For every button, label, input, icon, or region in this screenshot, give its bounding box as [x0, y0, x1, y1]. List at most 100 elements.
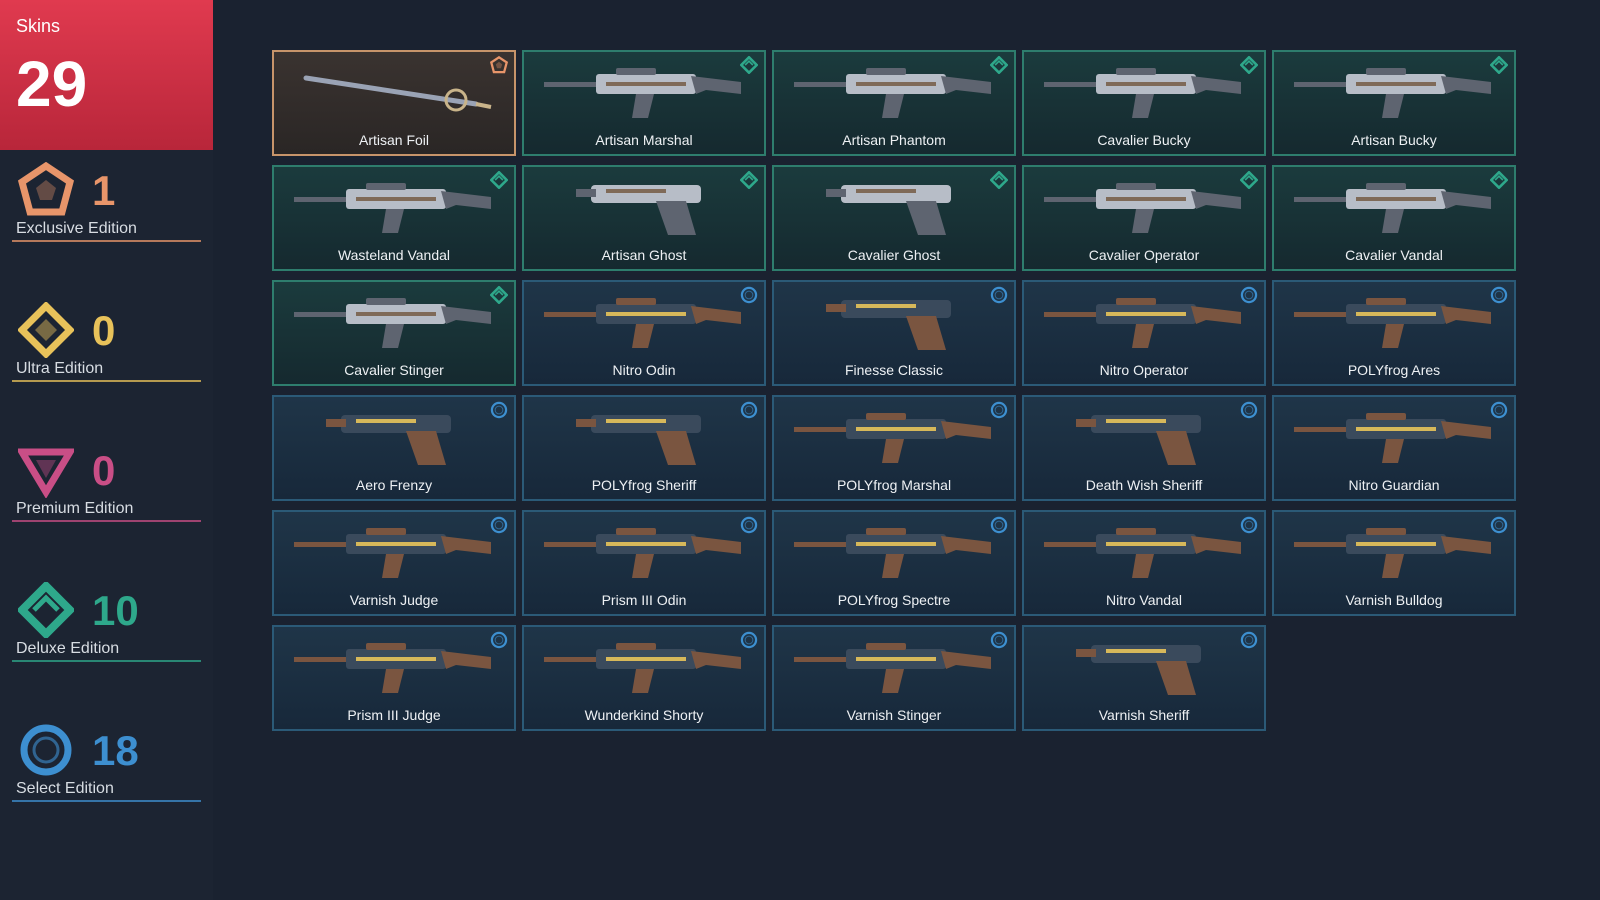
skin-card[interactable]: Prism III Odin [522, 510, 766, 616]
tier-select: 18 Select Edition [12, 710, 201, 802]
skin-name: Nitro Operator [1099, 362, 1189, 378]
skin-card[interactable]: Artisan Marshal [522, 50, 766, 156]
skin-name: Prism III Odin [601, 592, 687, 608]
skin-card[interactable]: Artisan Ghost [522, 165, 766, 271]
deluxe-edition-icon [1239, 170, 1259, 190]
weapon-image [1036, 175, 1252, 241]
skin-card[interactable]: Cavalier Bucky [1022, 50, 1266, 156]
skin-card[interactable]: Artisan Foil [272, 50, 516, 156]
weapon-image [1286, 60, 1502, 126]
deluxe-edition-icon [739, 170, 759, 190]
select-edition-icon [740, 401, 758, 419]
deluxe-edition-icon [489, 170, 509, 190]
select-edition-icon [18, 722, 74, 778]
skin-card[interactable]: Varnish Judge [272, 510, 516, 616]
skin-name: Prism III Judge [347, 707, 441, 723]
skin-card[interactable]: Varnish Sheriff [1022, 625, 1266, 731]
tier-divider [12, 660, 201, 662]
select-edition-icon [740, 516, 758, 534]
skin-name: Cavalier Stinger [344, 362, 444, 378]
weapon-image [1036, 520, 1252, 586]
weapon-image [286, 290, 502, 356]
weapon-image [786, 290, 1002, 356]
skin-name: Artisan Phantom [842, 132, 946, 148]
total-skins-count: 29 [16, 48, 88, 120]
skin-card[interactable]: Wasteland Vandal [272, 165, 516, 271]
skin-card[interactable]: Varnish Bulldog [1272, 510, 1516, 616]
weapon-image [1036, 290, 1252, 356]
skin-card[interactable]: POLYfrog Spectre [772, 510, 1016, 616]
skin-name: Varnish Sheriff [1098, 707, 1190, 723]
deluxe-edition-icon [1239, 55, 1259, 75]
skin-card[interactable]: Nitro Odin [522, 280, 766, 386]
tier-count: 0 [92, 307, 116, 354]
weapon-image [536, 175, 752, 241]
skin-name: Nitro Vandal [1105, 592, 1182, 608]
weapon-image [786, 175, 1002, 241]
skin-card[interactable]: Cavalier Operator [1022, 165, 1266, 271]
weapon-image [786, 635, 1002, 701]
select-edition-icon [490, 401, 508, 419]
tier-divider [12, 380, 201, 382]
tier-label: Deluxe Edition [16, 640, 120, 657]
select-edition-icon [1490, 286, 1508, 304]
skin-name: Varnish Stinger [846, 707, 942, 723]
skin-name: POLYfrog Sheriff [591, 477, 697, 493]
weapon-image [1286, 290, 1502, 356]
skin-name: POLYfrog Ares [1347, 362, 1441, 378]
skin-name: Cavalier Ghost [847, 247, 941, 263]
tier-count: 10 [92, 587, 139, 634]
tier-deluxe: 10 Deluxe Edition [12, 570, 201, 662]
tier-label: Exclusive Edition [16, 220, 137, 237]
select-edition-icon [1240, 286, 1258, 304]
skin-name: Cavalier Bucky [1097, 132, 1191, 148]
skin-card[interactable]: Cavalier Vandal [1272, 165, 1516, 271]
select-edition-icon [1240, 631, 1258, 649]
ultra-edition-icon [17, 301, 75, 359]
skin-card[interactable]: Aero Frenzy [272, 395, 516, 501]
weapon-image [286, 635, 502, 701]
skin-name: Varnish Judge [349, 592, 439, 608]
skin-card[interactable]: Nitro Vandal [1022, 510, 1266, 616]
total-skins-label: Skins [16, 16, 61, 36]
skin-card[interactable]: Death Wish Sheriff [1022, 395, 1266, 501]
weapon-image [536, 290, 752, 356]
deluxe-edition-icon [1489, 55, 1509, 75]
skin-name: Artisan Foil [358, 132, 430, 148]
skins-collection-screen: Skins 29 1 Exclusive Edition 0 Ultra Editi… [0, 0, 1600, 900]
select-edition-icon [990, 631, 1008, 649]
skin-card[interactable]: Cavalier Ghost [772, 165, 1016, 271]
weapon-image [536, 405, 752, 471]
tier-divider [12, 520, 201, 522]
skin-card[interactable]: Varnish Stinger [772, 625, 1016, 731]
skin-name: Nitro Odin [612, 362, 676, 378]
tier-exclusive: 1 Exclusive Edition [12, 150, 201, 242]
skin-card[interactable]: POLYfrog Sheriff [522, 395, 766, 501]
skin-card[interactable]: Artisan Phantom [772, 50, 1016, 156]
weapon-image [1036, 635, 1252, 701]
deluxe-edition-icon [1489, 170, 1509, 190]
skin-card[interactable]: Finesse Classic [772, 280, 1016, 386]
select-edition-icon [990, 286, 1008, 304]
skin-card[interactable]: POLYfrog Marshal [772, 395, 1016, 501]
weapon-image [786, 405, 1002, 471]
tier-divider [12, 800, 201, 802]
weapon-image [286, 175, 502, 241]
skin-name: Finesse Classic [844, 362, 944, 378]
weapon-image [536, 635, 752, 701]
weapon-image [1286, 405, 1502, 471]
skin-card[interactable]: Nitro Operator [1022, 280, 1266, 386]
skin-name: Cavalier Operator [1088, 247, 1200, 263]
weapon-image [286, 405, 502, 471]
skin-card[interactable]: Prism III Judge [272, 625, 516, 731]
skin-name: Nitro Guardian [1348, 477, 1440, 493]
skin-card[interactable]: POLYfrog Ares [1272, 280, 1516, 386]
select-edition-icon [740, 286, 758, 304]
deluxe-edition-icon [739, 55, 759, 75]
skin-name: Aero Frenzy [355, 477, 433, 493]
select-edition-icon [1490, 401, 1508, 419]
skin-card[interactable]: Cavalier Stinger [272, 280, 516, 386]
skin-card[interactable]: Nitro Guardian [1272, 395, 1516, 501]
skin-card[interactable]: Wunderkind Shorty [522, 625, 766, 731]
skin-card[interactable]: Artisan Bucky [1272, 50, 1516, 156]
